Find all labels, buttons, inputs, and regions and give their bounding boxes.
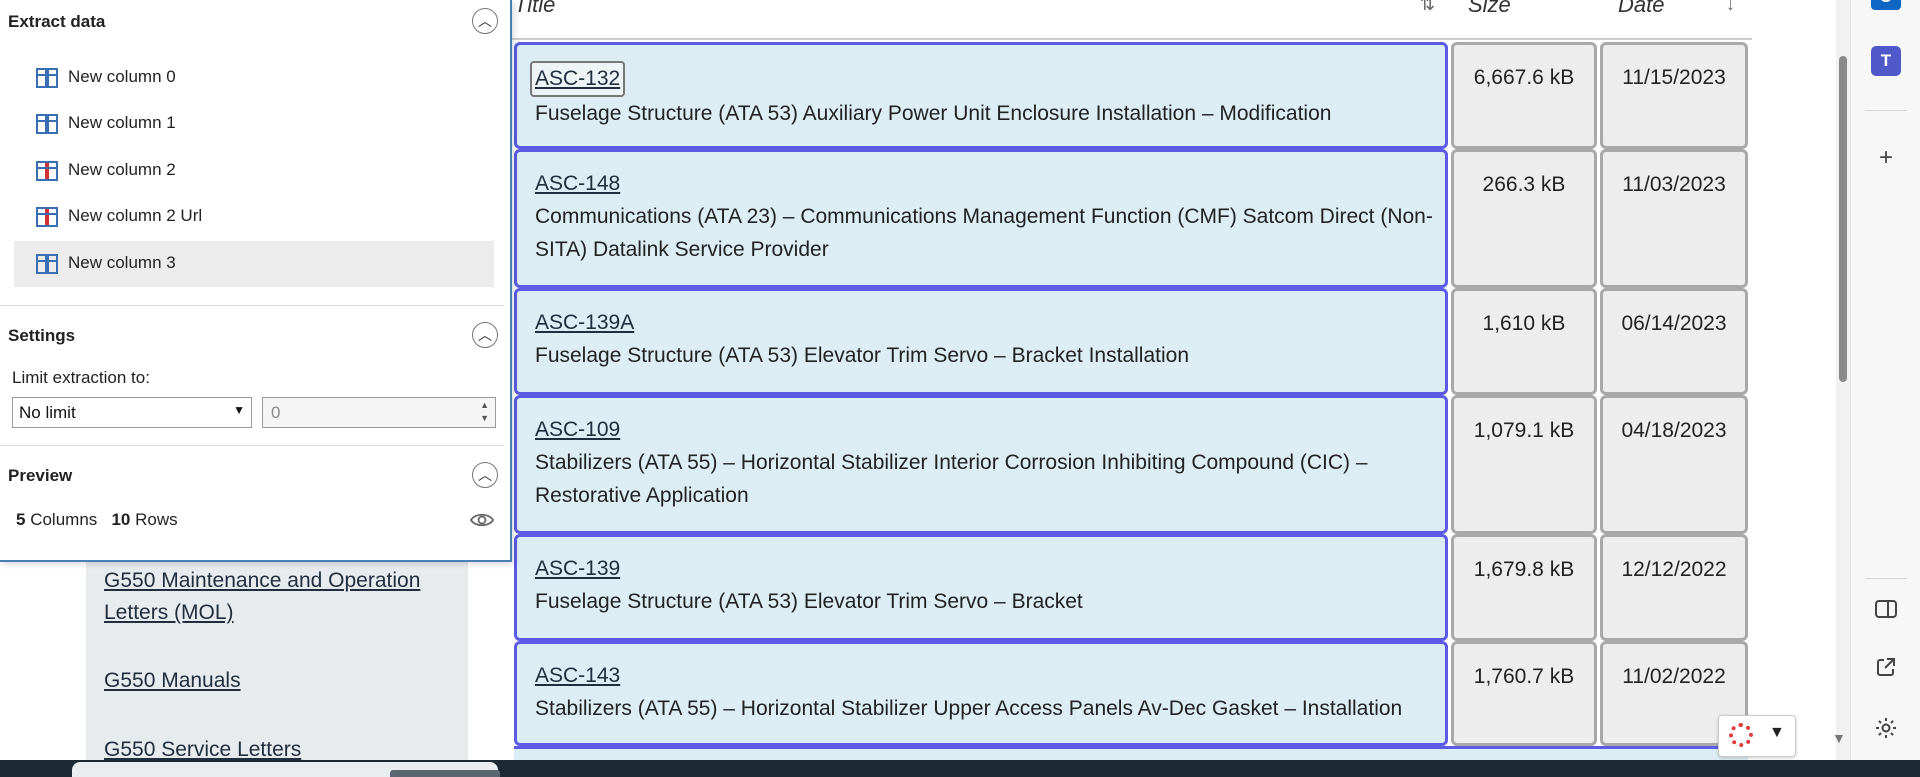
table-row: ASC-139 Fuselage Structure (ATA 53) Elev… <box>514 534 1748 641</box>
table-column-icon <box>36 161 58 181</box>
document-link[interactable]: ASC-109 <box>535 414 620 446</box>
scrollbar-thumb[interactable] <box>1839 56 1847 382</box>
section-divider <box>0 305 504 306</box>
document-link[interactable]: ASC-148 <box>535 168 620 200</box>
document-description: Fuselage Structure (ATA 53) Auxiliary Po… <box>535 102 1332 125</box>
nav-link-g550-mol[interactable]: G550 Maintenance and Operation Letters (… <box>104 565 454 629</box>
size-cell: 6,667.6 kB <box>1451 42 1597 149</box>
column-label: New column 1 <box>68 113 176 132</box>
column-list-item[interactable]: New column 0 <box>14 55 494 101</box>
table-row: ASC-148 Communications (ATA 23) – Commun… <box>514 149 1748 288</box>
column-list-item[interactable]: New column 2 Url <box>14 194 494 240</box>
column-label: New column 3 <box>68 253 176 272</box>
size-cell: 1,760.7 kB <box>1451 641 1597 746</box>
column-label: New column 2 Url <box>68 206 203 225</box>
collapse-settings-icon[interactable]: ︿ <box>472 322 498 348</box>
collapse-preview-icon[interactable]: ︿ <box>472 462 498 488</box>
table-column-icon <box>36 68 58 88</box>
limit-select-value: No limit <box>19 403 76 422</box>
table-column-icon <box>36 114 58 134</box>
columns-word: Columns <box>30 510 98 529</box>
date-cell: 11/15/2023 <box>1600 42 1748 149</box>
date-cell: 04/18/2023 <box>1600 395 1748 534</box>
document-link[interactable]: ASC-139 <box>535 553 620 585</box>
title-cell: ASC-139A Fuselage Structure (ATA 53) Ele… <box>514 288 1448 395</box>
spin-up-icon[interactable]: ▲ <box>480 400 489 410</box>
rows-count: 10 <box>111 510 131 529</box>
split-screen-icon[interactable] <box>1871 597 1901 627</box>
extract-data-title: Extract data <box>8 12 106 31</box>
sidebar-divider <box>1865 578 1907 579</box>
extractor-logo-icon <box>1729 723 1753 747</box>
outlook-icon[interactable]: O <box>1871 0 1901 10</box>
table-column-icon <box>36 207 58 227</box>
document-description: Stabilizers (ATA 55) – Horizontal Stabil… <box>535 451 1368 507</box>
column-list-item-selected[interactable]: New column 3 <box>14 241 494 287</box>
column-list-item[interactable]: New column 2 <box>14 148 494 194</box>
size-cell: 1,679.8 kB <box>1451 534 1597 641</box>
document-description: Stabilizers (ATA 55) – Horizontal Stabil… <box>535 697 1403 720</box>
table-header: Title ⇅ Size Date ↓ <box>512 0 1752 40</box>
preview-stats: 5 Columns 10 Rows <box>16 510 178 530</box>
title-cell: ASC-143 Stabilizers (ATA 55) – Horizonta… <box>514 641 1448 746</box>
column-header-title[interactable]: Title <box>514 0 555 18</box>
document-description: Communications (ATA 23) – Communications… <box>535 205 1433 261</box>
column-header-size[interactable]: Size <box>1468 0 1511 18</box>
column-list-item[interactable]: New column 1 <box>14 101 494 147</box>
spin-down-icon[interactable]: ▼ <box>480 413 489 423</box>
browser-sidebar: O T + <box>1850 0 1920 777</box>
size-cell: 1,610 kB <box>1451 288 1597 395</box>
dropdown-caret-icon: ▼ <box>233 403 245 417</box>
columns-count: 5 <box>16 510 26 529</box>
nav-link-g550-manuals[interactable]: G550 Manuals <box>104 665 454 697</box>
date-cell: 06/14/2023 <box>1600 288 1748 395</box>
preview-title: Preview <box>8 466 73 485</box>
limit-extraction-select[interactable]: No limit ▼ <box>12 397 252 428</box>
extract-data-panel: Extract data ︿ New column 0 New column 1… <box>0 0 512 562</box>
settings-title: Settings <box>8 326 76 345</box>
add-icon[interactable]: + <box>1871 143 1901 173</box>
extractor-widget-button[interactable]: ▼ <box>1718 715 1796 757</box>
date-cell: 11/03/2023 <box>1600 149 1748 288</box>
sort-icon[interactable]: ⇅ <box>1420 0 1435 15</box>
chevron-down-icon: ▼ <box>1769 724 1785 741</box>
table-row: ASC-132 Fuselage Structure (ATA 53) Auxi… <box>514 42 1748 149</box>
title-cell: ASC-139 Fuselage Structure (ATA 53) Elev… <box>514 534 1448 641</box>
size-cell: 266.3 kB <box>1451 149 1597 288</box>
document-link[interactable]: ASC-139A <box>535 307 634 339</box>
title-cell: ASC-109 Stabilizers (ATA 55) – Horizonta… <box>514 395 1448 534</box>
document-link[interactable]: ASC-143 <box>535 660 620 692</box>
table-row: ASC-143 Stabilizers (ATA 55) – Horizonta… <box>514 641 1748 746</box>
taskbar-app-button[interactable] <box>390 770 500 777</box>
table-row: ASC-109 Stabilizers (ATA 55) – Horizonta… <box>514 395 1748 534</box>
scroll-down-arrow-icon[interactable]: ▼ <box>1832 730 1846 746</box>
limit-count-value: 0 <box>271 403 281 422</box>
document-description: Fuselage Structure (ATA 53) Elevator Tri… <box>535 590 1083 613</box>
column-label: New column 0 <box>68 67 176 86</box>
collapse-extract-icon[interactable]: ︿ <box>472 8 498 34</box>
table-row: ASC-139A Fuselage Structure (ATA 53) Ele… <box>514 288 1748 395</box>
vertical-scrollbar[interactable] <box>1836 0 1850 760</box>
size-cell: 1,079.1 kB <box>1451 395 1597 534</box>
sidebar-divider <box>1865 110 1907 111</box>
table-column-icon <box>36 254 58 274</box>
title-cell: ASC-132 Fuselage Structure (ATA 53) Auxi… <box>514 42 1448 149</box>
sort-descending-icon[interactable]: ↓ <box>1726 0 1735 15</box>
column-label: New column 2 <box>68 160 176 179</box>
open-external-icon[interactable] <box>1871 656 1901 686</box>
teams-icon[interactable]: T <box>1871 46 1901 76</box>
limit-count-input[interactable]: 0 ▲ ▼ <box>262 397 496 428</box>
date-cell: 12/12/2022 <box>1600 534 1748 641</box>
rows-word: Rows <box>135 510 178 529</box>
document-link[interactable]: ASC-132 <box>530 61 626 97</box>
title-cell: ASC-148 Communications (ATA 23) – Commun… <box>514 149 1448 288</box>
limit-extraction-label: Limit extraction to: <box>12 368 150 387</box>
settings-gear-icon[interactable] <box>1871 716 1901 746</box>
document-description: Fuselage Structure (ATA 53) Elevator Tri… <box>535 344 1189 367</box>
column-header-date[interactable]: Date <box>1618 0 1664 18</box>
section-divider <box>0 445 504 446</box>
eye-icon[interactable] <box>469 510 495 530</box>
